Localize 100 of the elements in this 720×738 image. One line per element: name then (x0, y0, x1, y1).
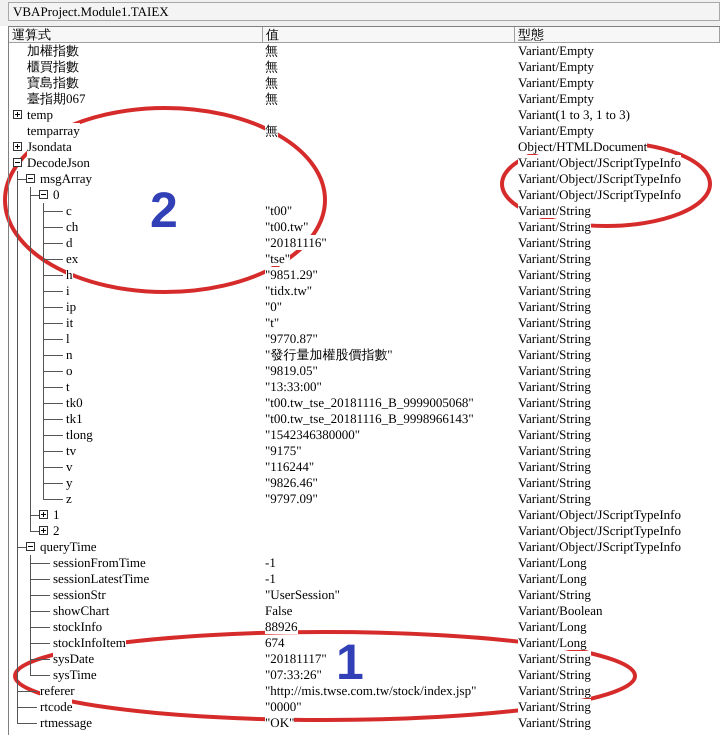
variable-value: "http://mis.twse.com.tw/stock/index.jsp" (265, 683, 476, 698)
variable-value: "UserSession" (265, 587, 340, 602)
variable-type: Variant/Empty (518, 75, 594, 90)
variable-name: sysDate (53, 651, 94, 667)
variable-type: Variant/String (518, 267, 591, 282)
variable-type: Object/HTMLDocument (518, 139, 648, 154)
variable-name: stockInfoItem (53, 635, 126, 651)
variable-value: "0000" (265, 699, 302, 714)
variable-name: 寶島指數 (27, 75, 79, 91)
variable-type: Variant/Empty (518, 91, 594, 106)
variable-type: Variant/Long (518, 635, 587, 650)
variable-type: Variant/Object/JScriptTypeInfo (518, 171, 681, 186)
variable-type: Variant/Object/JScriptTypeInfo (518, 155, 681, 170)
variable-name: Jsondata (27, 139, 72, 155)
variable-value: "t00" (265, 203, 292, 218)
variable-type: Variant/String (518, 203, 591, 218)
variable-value: "tidx.tw" (265, 283, 312, 298)
collapse-toggle[interactable] (26, 174, 35, 183)
variable-type: Variant/String (518, 251, 591, 266)
variable-type: Variant/String (518, 651, 591, 666)
variable-type: Variant/Empty (518, 59, 594, 74)
column-header[interactable]: 運算式 (9, 27, 263, 42)
variable-value: "9770.87" (265, 331, 318, 346)
variable-value: "1542346380000" (265, 427, 360, 442)
variable-type: Variant/String (518, 491, 591, 506)
variable-type: Variant/String (518, 699, 591, 714)
variable-type: Variant/Boolean (518, 603, 602, 618)
variable-type: Variant/String (518, 347, 591, 362)
variable-name: tlong (66, 427, 93, 443)
variable-value: "t00.tw" (265, 219, 308, 234)
variable-value: "9851.29" (265, 267, 318, 282)
variable-name: temparray (27, 123, 80, 139)
variable-name: ip (66, 299, 76, 315)
variable-name: 櫃買指數 (27, 59, 79, 75)
variable-type: Variant/String (518, 411, 591, 426)
variable-name: queryTime (40, 539, 97, 555)
variable-type: Variant/String (518, 299, 591, 314)
annotation-number: 1 (336, 642, 364, 682)
variable-value: "9175" (265, 443, 302, 458)
variable-value: False (265, 603, 292, 618)
variable-type: Variant/String (518, 427, 591, 442)
collapse-toggle[interactable] (39, 190, 48, 199)
variable-type: Variant/String (518, 363, 591, 378)
variable-value: "t00.tw_tse_20181116_B_9998966143" (265, 411, 474, 426)
variable-value: "9826.46" (265, 475, 318, 490)
variable-value: "20181117" (265, 651, 327, 666)
variable-value: -1 (265, 555, 276, 570)
variable-type: Variant/String (518, 683, 591, 698)
column-header[interactable]: 型態 (515, 27, 720, 42)
variable-value: -1 (265, 571, 276, 586)
variable-value: "發行量加權股價指數" (265, 347, 393, 362)
variable-type: Variant/String (518, 715, 591, 730)
variable-type: Variant/String (518, 379, 591, 394)
variable-value: "20181116" (265, 235, 327, 250)
collapse-toggle[interactable] (13, 158, 22, 167)
variable-name: msgArray (40, 171, 92, 187)
collapse-toggle[interactable] (26, 542, 35, 551)
variable-type: Variant/String (518, 331, 591, 346)
variable-value: "t00.tw_tse_20181116_B_9999005068" (265, 395, 474, 410)
variable-value: 無 (265, 123, 278, 138)
expand-toggle[interactable] (13, 142, 22, 151)
variable-type: Variant/String (518, 283, 591, 298)
variable-type: Variant/Object/JScriptTypeInfo (518, 539, 681, 554)
variable-value: 674 (265, 635, 284, 650)
variable-value: "0" (265, 299, 282, 314)
variable-value: 88926 (265, 619, 298, 634)
variable-value: 無 (265, 91, 278, 106)
variable-value: "9797.09" (265, 491, 318, 506)
variable-type: Variant/Object/JScriptTypeInfo (518, 507, 681, 522)
variable-name: 加權指數 (27, 43, 79, 59)
variable-type: Variant/Long (518, 571, 587, 586)
variable-type: Variant/String (518, 475, 591, 490)
variable-type: Variant/String (518, 587, 591, 602)
expand-toggle[interactable] (39, 510, 48, 519)
variable-value: "07:33:26" (265, 667, 322, 682)
expand-toggle[interactable] (39, 526, 48, 535)
variable-name: sysTime (53, 667, 97, 683)
expand-toggle[interactable] (13, 110, 22, 119)
variable-type: Variant/String (518, 459, 591, 474)
variable-type: Variant/String (518, 219, 591, 234)
variable-value: 無 (265, 75, 278, 90)
variable-name: 臺指期067 (27, 91, 86, 107)
variable-name: referer (40, 683, 75, 699)
variable-type: Variant/String (518, 443, 591, 458)
window-title: VBAProject.Module1.TAIEX (8, 2, 720, 21)
variable-type: Variant/String (518, 315, 591, 330)
variable-type: Variant/Long (518, 619, 587, 634)
variable-value: 無 (265, 43, 278, 58)
variable-value: "13:33:00" (265, 379, 322, 394)
variable-value: 無 (265, 59, 278, 74)
column-header[interactable]: 值 (263, 27, 515, 42)
variable-type: Variant/String (518, 667, 591, 682)
variable-type: Variant(1 to 3, 1 to 3) (518, 107, 630, 122)
variable-type: Variant/String (518, 235, 591, 250)
variable-type: Variant/Empty (518, 123, 594, 138)
variable-type: Variant/Object/JScriptTypeInfo (518, 187, 681, 202)
variable-type: Variant/Long (518, 555, 587, 570)
variable-value: "116244" (265, 459, 314, 474)
variable-type: Variant/Object/JScriptTypeInfo (518, 523, 681, 538)
variable-value: "OK" (265, 715, 294, 730)
